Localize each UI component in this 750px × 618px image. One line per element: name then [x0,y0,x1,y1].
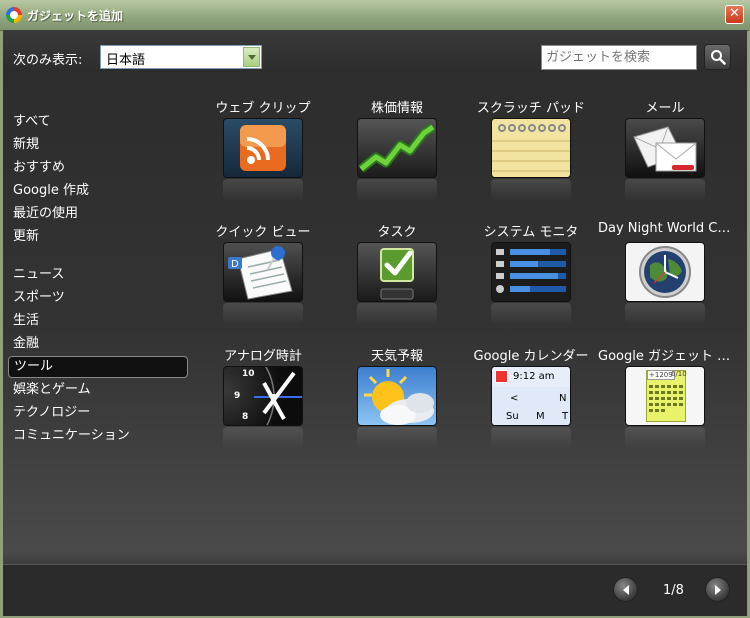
gadget-name: システム モニタ [483,225,579,240]
document-pin-icon: D [223,242,303,302]
pagination-bar: 1/8 [3,564,747,616]
gadget-tile[interactable]: アナログ時計 10 9 8 [196,345,330,465]
clock-number: 8 [242,412,249,422]
gadget-name: アナログ時計 [224,349,302,364]
gadget-name: メール [645,101,685,116]
dialog-body: 次のみ表示: 日本語 すべて 新規 おすすめ Google 作成 最近の使用 更… [3,30,747,616]
calendar-day: Su [506,411,519,422]
calendar-time: 9:12 am [513,371,555,382]
tile-reflection [357,427,437,449]
category-all[interactable]: すべて [8,111,188,133]
analog-clock-icon: 10 9 8 [223,366,303,426]
gadget-tile[interactable]: システム モニタ [464,221,598,341]
calendar-day: M [536,411,545,422]
notepad-icon [491,118,571,178]
gadget-tile[interactable]: クイック ビュー D [196,221,330,341]
gadget-name: スクラッチ パッド [476,101,586,116]
calendar-grid-icon: +1209 6/10 [625,366,705,426]
gadget-tile[interactable]: Day Night World Clock [598,221,732,341]
checkbox-icon [357,242,437,302]
tile-reflection [357,303,437,325]
search-input[interactable] [541,45,697,70]
gadget-tile[interactable]: 天気予報 [330,345,464,465]
gadget-name: 株価情報 [370,101,423,116]
search-icon [711,50,726,65]
tile-reflection [625,303,705,325]
language-select-value: 日本語 [106,53,146,68]
chevron-right-icon [715,585,721,595]
title-bar[interactable]: ガジェットを追加 ✕ [0,0,750,31]
category-recently-used[interactable]: 最近の使用 [8,203,188,225]
gadget-tile[interactable]: ウェブ クリップ [196,97,330,217]
gadget-name: Google ガジェット カレンダー [598,349,732,364]
gadget-tile[interactable]: タスク [330,221,464,341]
prev-page-button[interactable] [613,577,638,602]
category-news[interactable]: ニュース [8,264,188,286]
next-page-button[interactable] [705,577,730,602]
rss-icon [223,118,303,178]
close-button[interactable]: ✕ [725,5,744,24]
gadget-tile[interactable]: Google カレンダー 9:12 am < N Su M T [464,345,598,465]
svg-text:D: D [231,259,239,270]
clock-number: 9 [234,391,241,401]
tile-reflection [223,427,303,449]
clock-number: 10 [242,369,255,379]
gadget-tile[interactable]: スクラッチ パッド [464,97,598,217]
gadget-tile[interactable]: 株価情報 [330,97,464,217]
calendar-next: N [559,393,567,404]
tile-reflection [491,303,571,325]
gadget-name: ウェブ クリップ [215,101,311,116]
window-title: ガジェットを追加 [27,9,124,23]
category-google-made[interactable]: Google 作成 [8,180,188,202]
gadget-name: タスク [377,225,417,240]
category-updated[interactable]: 更新 [8,226,188,248]
tile-reflection [625,179,705,201]
category-communication[interactable]: コミュニケーション [8,425,188,447]
category-finance[interactable]: 金融 [8,333,188,355]
category-technology[interactable]: テクノロジー [8,402,188,424]
google-desktop-icon [6,7,22,23]
category-tools[interactable]: ツール [8,356,188,378]
calendar-prev: < [510,393,519,404]
category-fun-games[interactable]: 娯楽とゲーム [8,379,188,401]
search-button[interactable] [704,44,731,70]
category-sports[interactable]: スポーツ [8,287,188,309]
gadget-name: 天気予報 [370,349,423,364]
weather-icon [357,366,437,426]
page-indicator: 1/8 [663,583,684,598]
chevron-left-icon [623,585,629,595]
category-lifestyle[interactable]: 生活 [8,310,188,332]
category-new[interactable]: 新規 [8,134,188,156]
tile-reflection [223,179,303,201]
world-clock-icon [625,242,705,302]
filter-label: 次のみ表示: [13,53,83,68]
gadget-tile[interactable]: メール [598,97,732,217]
tile-reflection [223,303,303,325]
system-monitor-icon [491,242,571,302]
gadget-name: Day Night World Clock [598,221,732,236]
gadget-tile[interactable]: Google ガジェット カレンダー +1209 6/10 [598,345,732,465]
add-gadgets-window: ガジェットを追加 ✕ 次のみ表示: 日本語 すべて 新規 おすすめ Google… [0,0,750,618]
chevron-down-icon[interactable] [243,47,260,67]
language-select[interactable]: 日本語 [100,45,262,69]
gadget-name: Google カレンダー [473,349,589,364]
tile-reflection [625,427,705,449]
calendar-day: T [562,411,569,422]
stock-chart-icon [357,118,437,178]
calendar-logo-icon [495,370,508,383]
tile-reflection [491,427,571,449]
gadget-name: クイック ビュー [215,225,311,240]
mail-icon [625,118,705,178]
filter-bar: 次のみ表示: 日本語 [3,30,747,85]
tile-reflection [357,179,437,201]
calendar-icon: 9:12 am < N Su M T [491,366,571,426]
tile-reflection [491,179,571,201]
category-recommended[interactable]: おすすめ [8,157,188,179]
